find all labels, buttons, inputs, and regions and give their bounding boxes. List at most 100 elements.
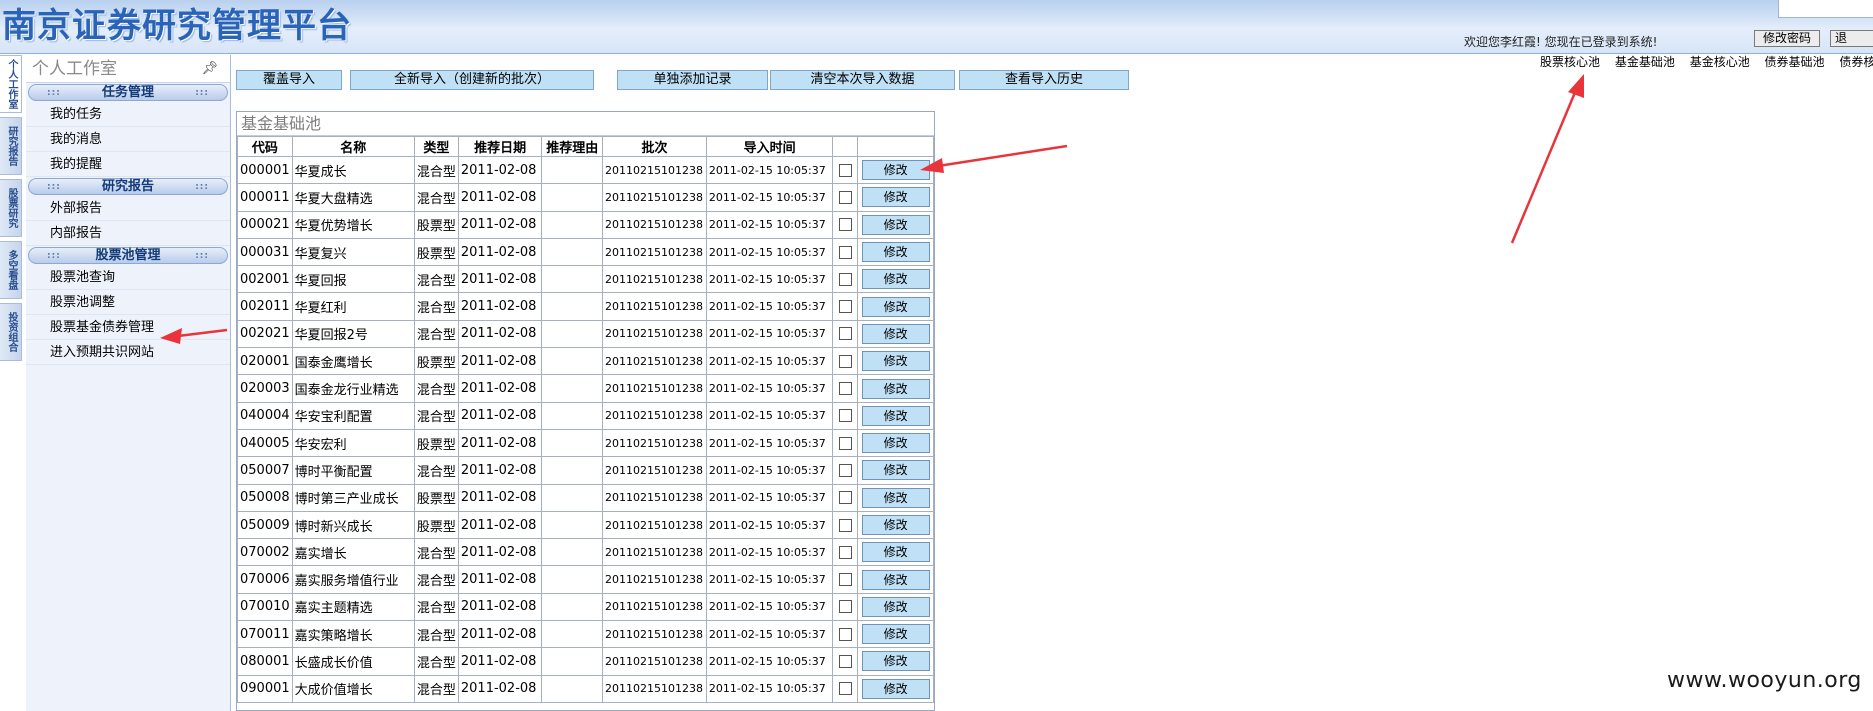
pool-nav-bond-core[interactable]: 债券核心 xyxy=(1839,55,1873,69)
row-checkbox[interactable] xyxy=(838,518,852,532)
edit-button[interactable]: 修改 xyxy=(861,378,930,399)
cell-type: 混合型 xyxy=(413,674,459,703)
edit-button[interactable]: 修改 xyxy=(861,487,930,508)
import-history-button[interactable]: 查看导入历史 xyxy=(959,70,1129,90)
cell-date: 2011-02-08 xyxy=(457,538,543,567)
cell-batch: 20110215101238 xyxy=(602,647,707,676)
cell-select xyxy=(832,592,859,622)
sidebar-item-pool-query[interactable]: 股票池查询 xyxy=(26,265,230,290)
vtab-research-report[interactable]: 研究报告 xyxy=(0,117,22,175)
cell-type: 混合型 xyxy=(413,292,459,321)
pool-nav-bond-base[interactable]: 债券基础池 xyxy=(1765,55,1825,69)
pool-nav-fund-base[interactable]: 基金基础池 xyxy=(1615,55,1675,69)
app-title: 南京证券研究管理平台 xyxy=(2,6,352,46)
row-checkbox[interactable] xyxy=(838,573,852,587)
section-research-report[interactable]: ::: 研究报告 ::: xyxy=(28,178,228,195)
edit-button[interactable]: 修改 xyxy=(861,515,930,535)
row-checkbox[interactable] xyxy=(838,382,852,396)
sidebar-item-my-tasks[interactable]: 我的任务 xyxy=(26,102,230,127)
sidebar-item-my-messages[interactable]: 我的消息 xyxy=(26,127,230,152)
edit-button[interactable]: 修改 xyxy=(861,160,930,181)
edit-button[interactable]: 修改 xyxy=(861,542,930,563)
section-task-management[interactable]: ::: 任务管理 ::: xyxy=(28,84,228,101)
sidebar-item-consensus-site[interactable]: 进入预期共识网站 xyxy=(26,340,230,365)
edit-button[interactable]: 修改 xyxy=(861,242,930,263)
row-checkbox[interactable] xyxy=(838,436,852,450)
cell-import-time: 2011-02-15 10:05:37 xyxy=(705,428,834,458)
row-checkbox[interactable] xyxy=(838,245,852,259)
row-checkbox[interactable] xyxy=(838,190,852,204)
row-checkbox[interactable] xyxy=(838,463,852,477)
cell-reason xyxy=(541,483,604,512)
cell-name: 博时新兴成长 xyxy=(291,510,415,540)
cell-reason xyxy=(541,592,604,622)
overwrite-import-button[interactable]: 覆盖导入 xyxy=(236,70,342,90)
row-checkbox[interactable] xyxy=(838,600,852,614)
vtab-portfolio[interactable]: 投资组合 xyxy=(0,303,22,361)
add-record-button[interactable]: 单独添加记录 xyxy=(617,70,768,90)
pool-nav-fund-core[interactable]: 基金核心池 xyxy=(1690,55,1750,69)
cell-type: 股票型 xyxy=(413,210,459,239)
edit-button[interactable]: 修改 xyxy=(861,351,930,372)
cell-code: 080001 xyxy=(237,647,293,676)
edit-button[interactable]: 修改 xyxy=(861,323,930,344)
sidebar-item-my-reminders[interactable]: 我的提醒 xyxy=(26,152,230,177)
edit-button[interactable]: 修改 xyxy=(861,624,930,645)
row-checkbox[interactable] xyxy=(838,218,852,232)
edit-button[interactable]: 修改 xyxy=(861,651,930,672)
cell-reason xyxy=(541,319,604,349)
vtab-stock-research[interactable]: 股票研究 xyxy=(0,179,22,237)
cell-type: 股票型 xyxy=(413,237,459,267)
row-checkbox[interactable] xyxy=(838,545,852,559)
row-checkbox[interactable] xyxy=(838,272,852,286)
clear-import-button[interactable]: 清空本次导入数据 xyxy=(770,70,955,90)
row-checkbox[interactable] xyxy=(838,300,852,314)
cell-select xyxy=(832,374,859,403)
row-checkbox[interactable] xyxy=(838,627,852,641)
panel-title: 基金基础池 xyxy=(237,112,934,136)
edit-button[interactable]: 修改 xyxy=(861,569,930,590)
pin-icon[interactable]: 📌︎ xyxy=(201,55,218,83)
cell-batch: 20110215101238 xyxy=(602,347,707,376)
edit-button[interactable]: 修改 xyxy=(861,433,930,454)
edit-button[interactable]: 修改 xyxy=(861,214,930,235)
row-checkbox[interactable] xyxy=(838,354,852,368)
sidebar-item-external-report[interactable]: 外部报告 xyxy=(26,196,230,221)
cell-reason xyxy=(541,374,604,403)
row-checkbox[interactable] xyxy=(838,163,852,177)
col-code: 代码 xyxy=(237,136,293,157)
row-checkbox[interactable] xyxy=(838,682,852,696)
cell-select xyxy=(832,319,859,349)
row-checkbox[interactable] xyxy=(838,491,852,505)
edit-button[interactable]: 修改 xyxy=(861,460,930,481)
row-checkbox[interactable] xyxy=(838,654,852,668)
cell-reason xyxy=(541,155,604,185)
pool-nav-stock-core[interactable]: 股票核心池 xyxy=(1540,55,1600,69)
cell-select xyxy=(832,456,859,485)
cell-date: 2011-02-08 xyxy=(457,292,543,321)
logout-button[interactable]: 退 xyxy=(1830,30,1873,47)
vtab-market-watch[interactable]: 多空看盘 xyxy=(0,241,22,299)
vtab-personal[interactable]: 个人工作室 xyxy=(0,55,22,113)
table-row: 020003 国泰金龙行业精选 混合型 2011-02-08 2011021510123… xyxy=(237,374,934,403)
edit-button[interactable]: 修改 xyxy=(861,187,930,208)
cell-action: 修改 xyxy=(857,456,934,485)
edit-button[interactable]: 修改 xyxy=(861,596,930,617)
edit-button[interactable]: 修改 xyxy=(861,296,930,317)
row-checkbox[interactable] xyxy=(838,327,852,341)
change-password-button[interactable]: 修改密码 xyxy=(1754,30,1820,47)
sidebar-item-pool-adjust[interactable]: 股票池调整 xyxy=(26,290,230,315)
edit-button[interactable]: 修改 xyxy=(861,405,930,426)
app-header: 南京证券研究管理平台 欢迎您李红霞! 您现在已登录到系统! 修改密码 退 xyxy=(0,0,1873,54)
cell-batch: 20110215101238 xyxy=(602,237,707,267)
sidebar-item-internal-report[interactable]: 内部报告 xyxy=(26,221,230,246)
section-stock-pool[interactable]: ::: 股票池管理 ::: xyxy=(28,247,228,264)
cell-reason xyxy=(541,401,604,430)
new-import-button[interactable]: 全新导入（创建新的批次） xyxy=(350,70,594,90)
edit-button[interactable]: 修改 xyxy=(861,678,930,699)
row-checkbox[interactable] xyxy=(838,409,852,423)
dots-icon: ::: xyxy=(195,182,209,192)
sidebar-item-stock-fund-bond[interactable]: 股票基金债券管理 xyxy=(26,315,230,340)
edit-button[interactable]: 修改 xyxy=(861,269,930,290)
cell-date: 2011-02-08 xyxy=(457,319,543,349)
